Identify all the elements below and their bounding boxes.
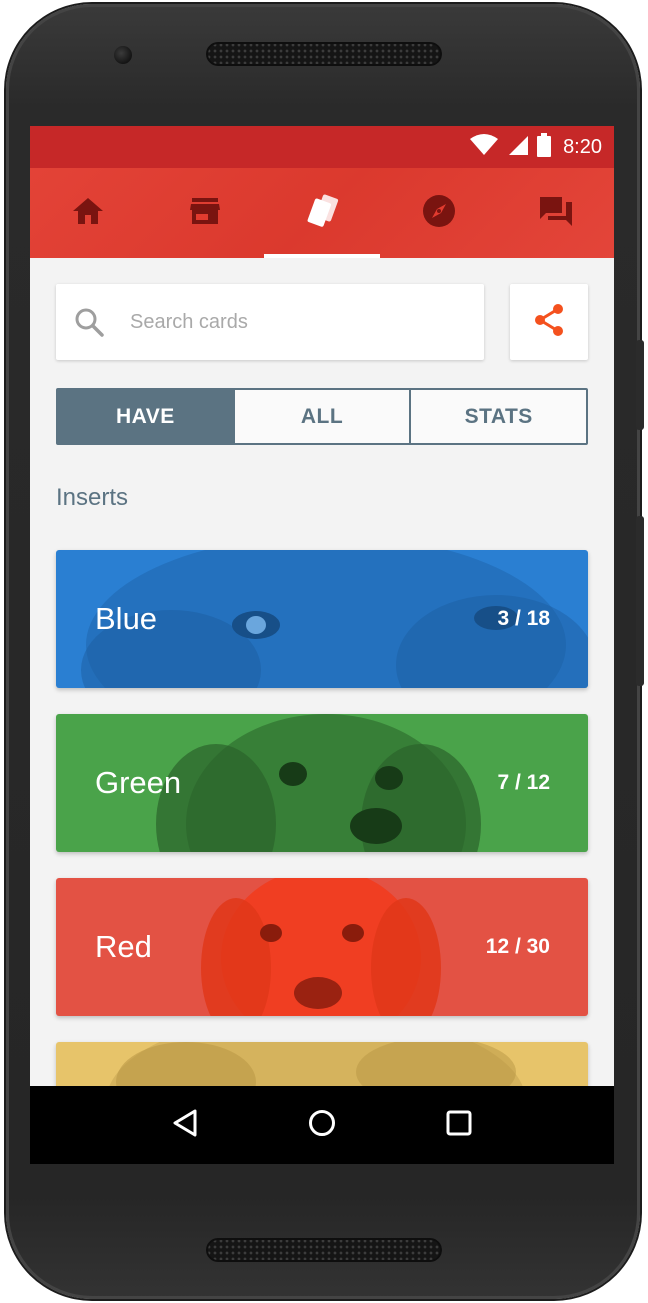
search-input[interactable] bbox=[130, 310, 450, 334]
segment-all[interactable]: ALL bbox=[232, 390, 410, 443]
power-button bbox=[636, 340, 644, 430]
compass-icon bbox=[422, 194, 456, 233]
recents-button[interactable] bbox=[429, 1095, 489, 1155]
back-triangle-icon bbox=[171, 1108, 199, 1143]
tab-home[interactable] bbox=[30, 168, 147, 258]
home-icon bbox=[71, 196, 105, 231]
card-red[interactable]: Red 12 / 30 bbox=[56, 878, 588, 1016]
screen: 8:20 Search cards HAVE ALL STATS Inserts… bbox=[30, 126, 614, 1164]
volume-rocker bbox=[636, 516, 644, 686]
store-icon bbox=[189, 196, 221, 231]
filter-segmented-control: HAVE ALL STATS bbox=[56, 388, 588, 445]
status-time: 8:20 bbox=[563, 135, 602, 158]
bottom-speaker bbox=[206, 1238, 442, 1262]
home-button[interactable] bbox=[292, 1095, 352, 1155]
card-count: 7 / 12 bbox=[497, 771, 550, 794]
card-green[interactable]: Green 7 / 12 bbox=[56, 714, 588, 852]
search-box[interactable] bbox=[56, 284, 484, 360]
tab-cards[interactable] bbox=[263, 168, 381, 258]
segment-have[interactable]: HAVE bbox=[58, 390, 233, 443]
segment-stats[interactable]: STATS bbox=[409, 390, 586, 443]
battery-icon bbox=[537, 132, 552, 162]
home-circle-icon bbox=[307, 1108, 337, 1143]
tab-explore[interactable] bbox=[380, 168, 497, 258]
app-nav-bar bbox=[30, 168, 614, 258]
card-name: Green bbox=[95, 765, 182, 800]
search-icon bbox=[74, 307, 104, 337]
signal-icon bbox=[507, 134, 529, 161]
share-icon bbox=[533, 303, 565, 342]
share-button[interactable] bbox=[510, 284, 588, 360]
card-count: 3 / 18 bbox=[497, 607, 550, 630]
cards-icon bbox=[303, 193, 341, 234]
back-button[interactable] bbox=[155, 1095, 215, 1155]
forum-icon bbox=[538, 194, 574, 233]
tab-store[interactable] bbox=[147, 168, 264, 258]
earpiece-speaker bbox=[206, 42, 442, 66]
card-count: 12 / 30 bbox=[485, 935, 550, 958]
card-name: Red bbox=[95, 929, 152, 964]
card-blue[interactable]: Blue 3 / 18 bbox=[56, 550, 588, 688]
card-name: Blue bbox=[95, 601, 158, 636]
front-camera bbox=[114, 46, 132, 64]
section-title: Inserts bbox=[56, 484, 129, 511]
tab-forum[interactable] bbox=[497, 168, 614, 258]
system-nav-bar bbox=[30, 1086, 614, 1164]
recents-square-icon bbox=[445, 1109, 473, 1142]
wifi-icon bbox=[469, 133, 499, 161]
status-bar: 8:20 bbox=[30, 126, 614, 168]
